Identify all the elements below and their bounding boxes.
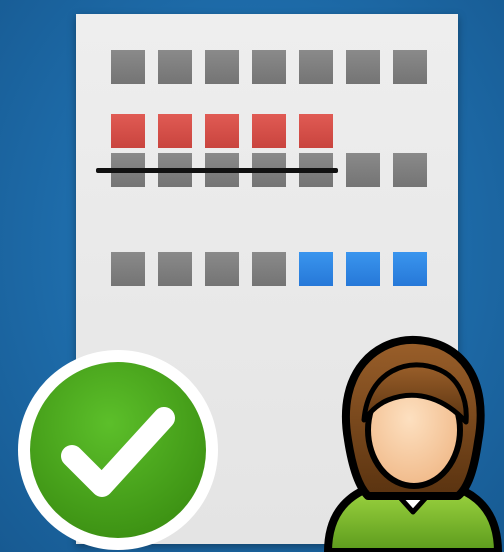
seat-gray: [252, 252, 286, 286]
seat-red: [299, 114, 333, 148]
check-mark-icon: [18, 350, 218, 550]
strike-through-line: [96, 168, 338, 173]
icon-canvas: { "icon": "reservation-confirmed-user-ic…: [0, 0, 504, 552]
seat-gray: [346, 50, 380, 84]
seat-blue: [299, 252, 333, 286]
seat-gray: [346, 153, 380, 187]
seat-blue: [346, 252, 380, 286]
seat-gray: [205, 252, 239, 286]
seat-gray: [158, 252, 192, 286]
seat-red: [158, 114, 192, 148]
seat-gray: [111, 252, 145, 286]
seat-gray: [158, 50, 192, 84]
seat-red: [111, 114, 145, 148]
seat-row-2: [111, 114, 333, 148]
seat-red: [205, 114, 239, 148]
seat-gray: [393, 153, 427, 187]
seat-red: [252, 114, 286, 148]
seat-row-4: [111, 252, 427, 286]
seat-gray: [299, 50, 333, 84]
seat-gray: [252, 50, 286, 84]
seat-gray: [393, 50, 427, 84]
seat-blue: [393, 252, 427, 286]
seat-row-1: [111, 50, 427, 84]
female-user-icon: [324, 335, 502, 552]
seat-gray: [205, 50, 239, 84]
seat-gray: [111, 50, 145, 84]
